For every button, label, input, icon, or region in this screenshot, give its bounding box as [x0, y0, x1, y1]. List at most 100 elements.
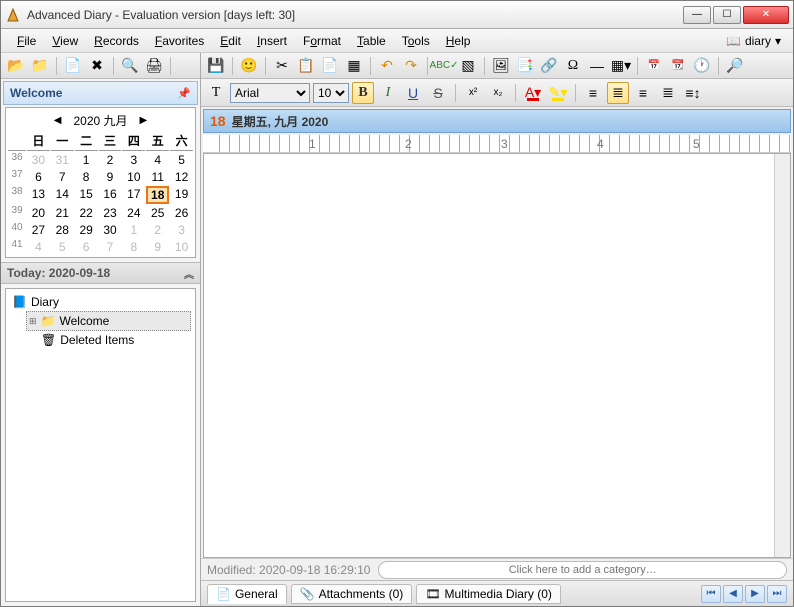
maximize-button[interactable]: ☐	[713, 6, 741, 24]
cal-month-label[interactable]: 2020 九月	[73, 112, 127, 129]
cal-day[interactable]: 21	[51, 205, 74, 221]
table-icon[interactable]: ▦▾	[610, 55, 632, 77]
cal-day[interactable]: 5	[51, 239, 74, 255]
cal-day[interactable]: 8	[122, 239, 145, 255]
cal-day[interactable]: 3	[170, 222, 193, 238]
hr-icon[interactable]: ―	[586, 55, 608, 77]
cal-day[interactable]: 16	[99, 186, 122, 204]
cal-day[interactable]: 9	[99, 169, 122, 185]
delete-entry-icon[interactable]: ✖	[86, 55, 108, 77]
cal-day[interactable]: 8	[75, 169, 98, 185]
cal-day[interactable]: 26	[170, 205, 193, 221]
cal-day[interactable]: 15	[75, 186, 98, 204]
save-icon[interactable]: 💾	[205, 55, 227, 77]
menu-tools[interactable]: Tools	[394, 32, 438, 50]
font-color-button[interactable]: A▾	[522, 82, 544, 104]
line-spacing-button[interactable]: ≡↕	[682, 82, 704, 104]
clock-icon[interactable]: 🕐	[691, 55, 713, 77]
menu-insert[interactable]: Insert	[249, 32, 295, 50]
cal-day[interactable]: 19	[170, 186, 193, 204]
pin-icon[interactable]: 📌	[177, 87, 191, 100]
cal-day[interactable]: 4	[146, 152, 169, 168]
folder-delete-icon[interactable]: 📁	[29, 55, 51, 77]
template-icon[interactable]: 📑	[514, 55, 536, 77]
cal-day[interactable]: 24	[122, 205, 145, 221]
today-bar[interactable]: Today: 2020-09-18 ︽	[1, 262, 200, 284]
image-icon[interactable]: 🖼	[490, 55, 512, 77]
symbol-icon[interactable]: Ω	[562, 55, 584, 77]
menu-edit[interactable]: Edit	[212, 32, 249, 50]
nav-last-button[interactable]: ⏭	[767, 585, 787, 603]
cal-day[interactable]: 7	[51, 169, 74, 185]
vertical-scrollbar[interactable]	[774, 154, 790, 557]
editor-area[interactable]	[203, 153, 791, 558]
cal-day[interactable]: 2	[99, 152, 122, 168]
cal-next-button[interactable]: ▶	[136, 115, 152, 126]
menu-view[interactable]: View	[44, 32, 86, 50]
bold-button[interactable]: B	[352, 82, 374, 104]
close-button[interactable]: ✕	[743, 6, 789, 24]
diary-dropdown[interactable]: diary	[745, 34, 771, 48]
nav-prev-button[interactable]: ◀	[723, 585, 743, 603]
emoji-icon[interactable]: 🙂	[238, 55, 260, 77]
menu-records[interactable]: Records	[86, 32, 147, 50]
cal-day[interactable]: 3	[122, 152, 145, 168]
cal-day[interactable]: 28	[51, 222, 74, 238]
menu-file[interactable]: File	[9, 32, 44, 50]
cal-day[interactable]: 18	[146, 186, 169, 204]
align-center-button[interactable]: ≣	[607, 82, 629, 104]
category-input[interactable]	[378, 561, 787, 579]
nav-next-button[interactable]: ▶	[745, 585, 765, 603]
collapse-icon[interactable]: ︽	[184, 266, 194, 281]
cal-day[interactable]: 31	[51, 152, 74, 168]
tab-multimedia[interactable]: 🎞 Multimedia Diary (0)	[416, 584, 561, 604]
menu-favorites[interactable]: Favorites	[147, 32, 212, 50]
cal-day[interactable]: 6	[27, 169, 50, 185]
expand-icon[interactable]: ⊞	[29, 316, 37, 327]
new-entry-icon[interactable]: 📄	[62, 55, 84, 77]
cal-day[interactable]: 20	[27, 205, 50, 221]
cal-day[interactable]: 9	[146, 239, 169, 255]
cal-day[interactable]: 7	[99, 239, 122, 255]
menu-table[interactable]: Table	[349, 32, 394, 50]
chevron-down-icon[interactable]: ▾	[775, 34, 781, 48]
size-select[interactable]: 10	[313, 83, 349, 103]
cal-day[interactable]: 27	[27, 222, 50, 238]
cal-day[interactable]: 5	[170, 152, 193, 168]
underline-button[interactable]: U	[402, 82, 424, 104]
background-icon[interactable]: ▧	[457, 55, 479, 77]
strike-button[interactable]: S	[427, 82, 449, 104]
cal-day[interactable]: 4	[27, 239, 50, 255]
copy-icon[interactable]: 📋	[295, 55, 317, 77]
link-icon[interactable]: 🔗	[538, 55, 560, 77]
cal-day[interactable]: 17	[122, 186, 145, 204]
font-select[interactable]: Arial	[230, 83, 310, 103]
cal-day[interactable]: 10	[170, 239, 193, 255]
subscript-button[interactable]: x₂	[487, 82, 509, 104]
cal-day[interactable]: 12	[170, 169, 193, 185]
menu-help[interactable]: Help	[438, 32, 479, 50]
cal-day[interactable]: 29	[75, 222, 98, 238]
cal-day[interactable]: 25	[146, 205, 169, 221]
tree-root-diary[interactable]: 📘 Diary	[10, 293, 191, 311]
cal-day[interactable]: 23	[99, 205, 122, 221]
cal-day[interactable]: 22	[75, 205, 98, 221]
date-icon[interactable]: 📅	[643, 55, 665, 77]
cal-day[interactable]: 30	[99, 222, 122, 238]
search-icon[interactable]: 🔍	[119, 55, 141, 77]
cal-day[interactable]: 1	[122, 222, 145, 238]
cal-day[interactable]: 10	[122, 169, 145, 185]
highlight-button[interactable]: ✎▾	[547, 82, 569, 104]
cal-day[interactable]: 13	[27, 186, 50, 204]
align-left-button[interactable]: ≡	[582, 82, 604, 104]
cal-day[interactable]: 6	[75, 239, 98, 255]
cal-day[interactable]: 11	[146, 169, 169, 185]
tab-attachments[interactable]: 📎 Attachments (0)	[291, 584, 413, 604]
cal-day[interactable]: 30	[27, 152, 50, 168]
minimize-button[interactable]: —	[683, 6, 711, 24]
select-all-icon[interactable]: ▦	[343, 55, 365, 77]
undo-icon[interactable]: ↶	[376, 55, 398, 77]
find-icon[interactable]: 🔎	[724, 55, 746, 77]
tab-general[interactable]: 📄 General	[207, 584, 287, 604]
tree-item-welcome[interactable]: ⊞ 📁 Welcome	[26, 311, 191, 331]
